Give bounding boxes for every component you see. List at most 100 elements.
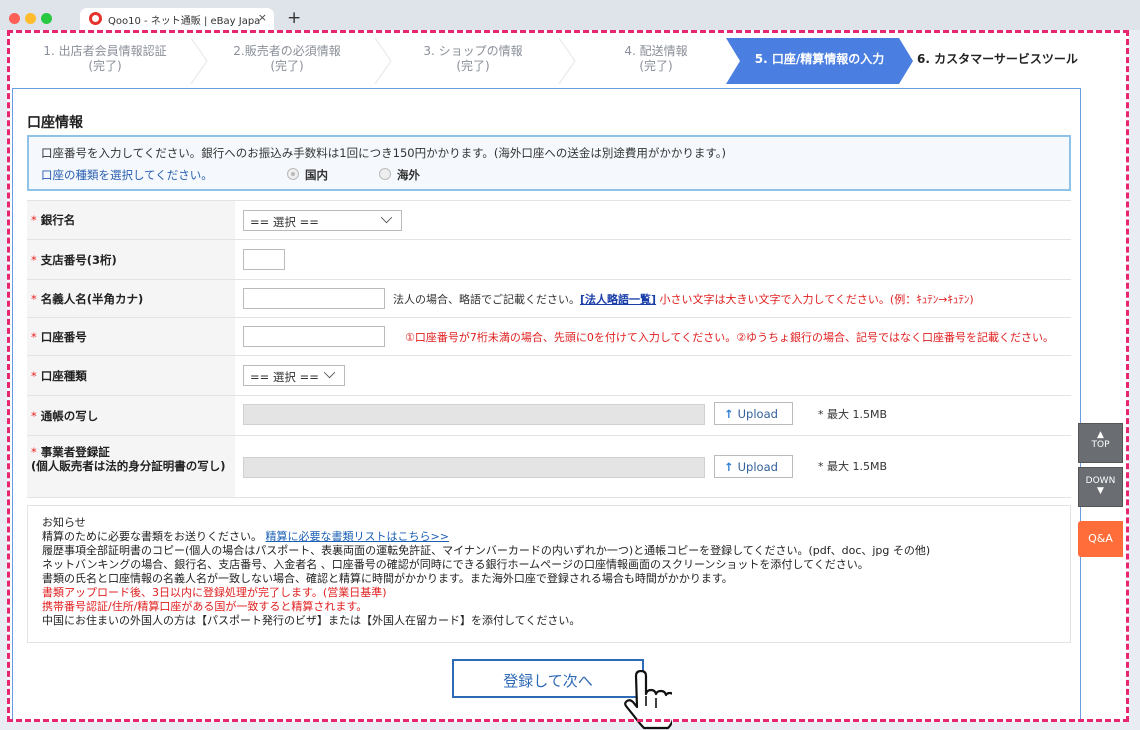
radio-domestic-label: 国内: [305, 168, 328, 182]
account-no-input[interactable]: [243, 326, 385, 347]
step-4: 4. 配送情報 (完了): [571, 38, 741, 84]
step-2-status: (完了): [270, 59, 304, 73]
section-title: 口座情報: [27, 115, 83, 131]
branch-value: [243, 240, 1071, 279]
holder-label: * 名義人名(半角カナ): [27, 280, 235, 317]
branch-input[interactable]: [243, 249, 285, 270]
business-cert-label: * 事業者登録証 (個人販売者は法的身分証明書の写し): [27, 436, 235, 497]
business-cert-file-field[interactable]: [243, 457, 705, 478]
form-row-bank: * 銀行名 == 選択 ==: [27, 200, 1071, 239]
holder-value: 法人の場合、略語でご記載ください。[法人略語一覧] 小さい文字は大きい文字で入力…: [243, 280, 1071, 317]
step-1: 1. 出店者会員情報認証 (完了): [15, 38, 195, 84]
new-tab-button[interactable]: +: [287, 9, 301, 27]
holder-note-text: 法人の場合、略語でご記載ください。: [393, 293, 580, 306]
account-type-value: == 選択 ==: [243, 356, 1071, 395]
passbook-text: 通帳の写し: [40, 408, 99, 423]
progress-steps: 1. 出店者会員情報認証 (完了) 2.販売者の必須情報 (完了) 3. ショッ…: [15, 38, 1085, 84]
step-6: 6. カスタマーサービスツール: [917, 38, 1085, 84]
tab-title: Qoo10 - ネット通販 | eBay Japa: [108, 16, 261, 27]
step-1-status: (完了): [88, 59, 122, 73]
notice-line-1-text: 精算のために必要な書類をお送りください。: [42, 530, 262, 543]
account-type-row: 口座の種類を選択してください。 国内 海外: [41, 167, 1057, 183]
notice-line-2: 履歴事項全部証明書のコピー(個人の場合はパスポート、表裏両面の運転免許証、マイナ…: [42, 544, 931, 557]
holder-input[interactable]: [243, 288, 385, 309]
browser-chrome: Qoo10 - ネット通販 | eBay Japa × +: [0, 0, 1140, 30]
required-mark: *: [31, 329, 37, 344]
step-2: 2.販売者の必須情報 (完了): [203, 38, 371, 84]
qoo10-logo-icon: [89, 12, 102, 25]
form-row-business-cert: * 事業者登録証 (個人販売者は法的身分証明書の写し) ↑ Upload * 最大 …: [27, 435, 1071, 498]
form-row-passbook: * 通帳の写し ↑ Upload * 最大 1.5MB: [27, 395, 1071, 435]
step-3-label: 3. ショップの情報: [423, 44, 523, 58]
register-next-button[interactable]: 登録して次へ: [452, 659, 644, 698]
account-form: * 銀行名 == 選択 == * 支店番号(3桁) * 名義人名(半角カナ) 法人の場…: [27, 200, 1071, 498]
holder-note-warning: 小さい文字は大きい文字で入力してください。(例：ｷｭﾃﾝ→ｷｭﾃﾝ): [656, 293, 974, 306]
notice-line-1: 精算のために必要な書類をお送りください。 精算に必要な書類リストはこちら>>: [42, 530, 1070, 544]
tab-close-icon[interactable]: ×: [258, 11, 267, 24]
step-4-status: (完了): [639, 59, 673, 73]
bank-name-select[interactable]: == 選択 ==: [243, 210, 402, 231]
maximize-window-dot[interactable]: [41, 13, 52, 24]
holder-note: 法人の場合、略語でご記載ください。[法人略語一覧] 小さい文字は大きい文字で入力…: [393, 291, 974, 307]
upload-label: Upload: [737, 407, 778, 421]
required-mark: *: [31, 368, 37, 383]
branch-text: 支店番号(3桁): [40, 252, 117, 267]
notice-line-4: 書類の氏名と口座情報の名義人名が一致しない場合、確認と精算に時間がかかります。ま…: [42, 572, 733, 585]
passbook-label: * 通帳の写し: [27, 396, 235, 435]
notice-line-3: ネットバンキングの場合、銀行名、支店番号、入金者名 、口座番号の確認が同時にでき…: [42, 558, 869, 571]
branch-label: * 支店番号(3桁): [27, 240, 235, 279]
required-docs-link[interactable]: 精算に必要な書類リストはこちら>>: [266, 530, 449, 543]
close-window-dot[interactable]: [9, 13, 20, 24]
qa-button[interactable]: Q&A: [1078, 521, 1123, 557]
chevron-down-icon: [380, 211, 393, 224]
scroll-top-button[interactable]: ▲ TOP: [1078, 423, 1123, 463]
business-cert-upload-button[interactable]: ↑ Upload: [714, 455, 793, 478]
bank-select-text: == 選択 ==: [250, 215, 319, 229]
form-row-account-type: * 口座種類 == 選択 ==: [27, 355, 1071, 395]
radio-overseas[interactable]: [379, 168, 391, 180]
notice-box: お知らせ 精算のために必要な書類をお送りください。 精算に必要な書類リストはこち…: [27, 505, 1071, 643]
required-mark: *: [31, 408, 37, 423]
scroll-down-label: DOWN: [1085, 476, 1116, 486]
business-cert-sub: (個人販売者は法的身分証明書の写し): [31, 459, 226, 473]
hand-pointer-icon: [624, 670, 672, 730]
step-2-label: 2.販売者の必須情報: [233, 44, 341, 58]
arrow-up-icon: ▲: [1097, 430, 1104, 440]
radio-overseas-label: 海外: [397, 168, 420, 182]
browser-tab[interactable]: Qoo10 - ネット通販 | eBay Japa ×: [80, 8, 274, 30]
required-mark: *: [31, 291, 37, 306]
step-6-label: 6. カスタマーサービスツール: [917, 52, 1078, 66]
required-mark: *: [31, 213, 37, 227]
required-mark: *: [31, 445, 37, 459]
scroll-down-button[interactable]: DOWN ▼: [1078, 467, 1123, 507]
notice-line-6: 携帯番号認証/住所/精算口座がある国が一致すると精算されます。: [42, 600, 368, 613]
minimize-window-dot[interactable]: [25, 13, 36, 24]
upload-arrow-icon: ↑: [724, 407, 734, 421]
account-type-label: * 口座種類: [27, 356, 235, 395]
notice-line-7: 中国にお住まいの外国人の方は【パスポート発行のビザ】または【外国人在留カード】を…: [42, 614, 581, 627]
passbook-upload-button[interactable]: ↑ Upload: [714, 402, 793, 425]
notice-title: お知らせ: [42, 516, 86, 529]
info-box: 口座番号を入力してください。銀行へのお振込み手数料は1回につき150円かかります…: [27, 135, 1071, 191]
account-type-prompt: 口座の種類を選択してください。: [41, 168, 213, 182]
bank-name-label: * 銀行名: [27, 201, 235, 239]
step-5-label: 5. 口座/精算情報の入力: [754, 52, 885, 66]
passbook-file-field[interactable]: [243, 404, 705, 425]
account-no-note: ①口座番号が7桁未満の場合、先頭に0を付けて入力してください。②ゆうちょ銀行の場…: [405, 331, 1055, 344]
passbook-value: ↑ Upload * 最大 1.5MB: [243, 396, 1071, 435]
radio-domestic[interactable]: [287, 168, 299, 180]
account-type-select[interactable]: == 選択 ==: [243, 365, 345, 386]
scroll-top-label: TOP: [1091, 440, 1110, 450]
account-type-text: 口座種類: [40, 368, 87, 383]
step-1-label: 1. 出店者会員情報認証: [43, 44, 167, 58]
bank-name-text: 銀行名: [40, 213, 76, 227]
info-text: 口座番号を入力してください。銀行へのお振込み手数料は1回につき150円かかります…: [41, 146, 726, 160]
form-row-holder: * 名義人名(半角カナ) 法人の場合、略語でご記載ください。[法人略語一覧] 小さ…: [27, 279, 1071, 317]
form-row-account-no: * 口座番号 ①口座番号が7桁未満の場合、先頭に0を付けて入力してください。②ゆう…: [27, 317, 1071, 355]
bank-name-value: == 選択 ==: [243, 201, 1071, 239]
upload-label: Upload: [737, 460, 778, 474]
max-size-note: * 最大 1.5MB: [818, 408, 888, 421]
corporate-abbrev-link[interactable]: [法人略語一覧]: [580, 293, 656, 306]
business-cert-text: 事業者登録証: [40, 445, 110, 459]
step-3: 3. ショップの情報 (完了): [387, 38, 559, 84]
